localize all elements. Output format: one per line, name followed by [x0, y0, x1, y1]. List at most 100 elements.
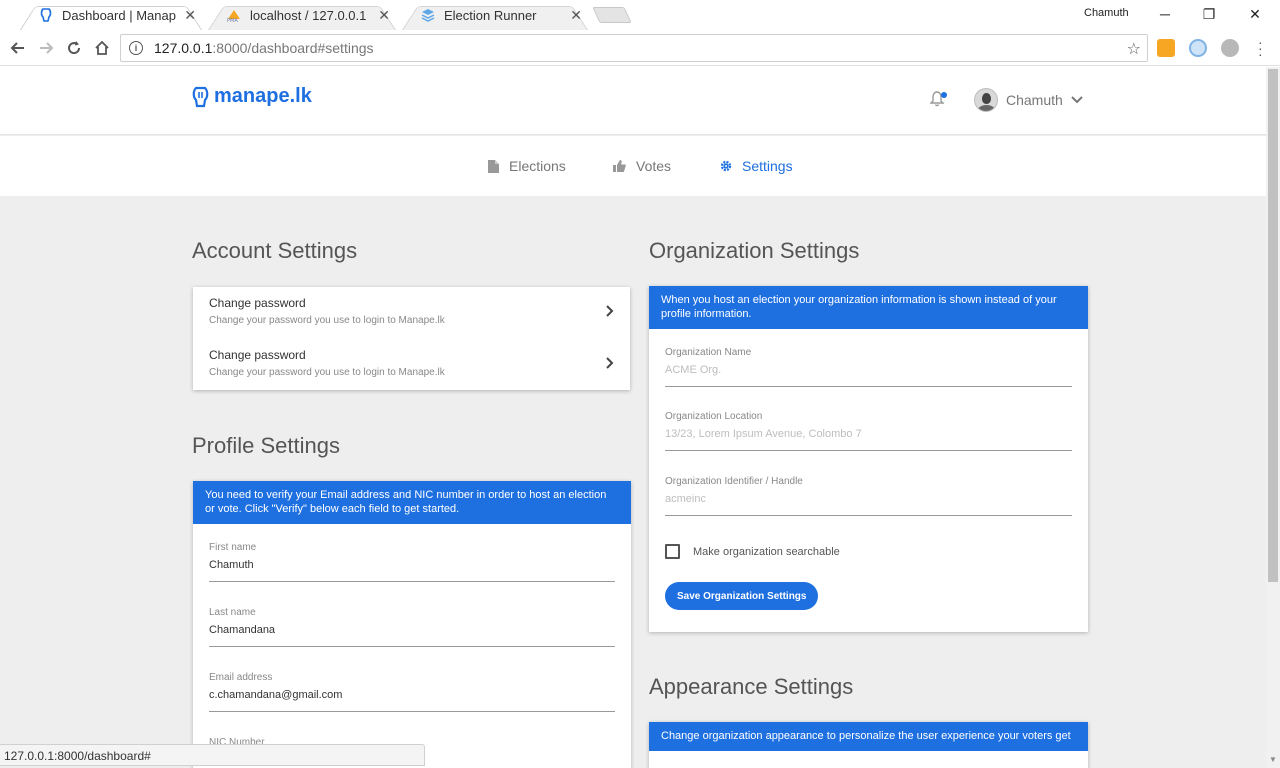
first-name-label: First name	[209, 542, 257, 553]
document-icon	[488, 159, 499, 173]
account-settings-title: Account Settings	[192, 238, 358, 263]
thumbs-up-icon	[613, 160, 626, 172]
tab-votes[interactable]: Votes	[613, 158, 671, 174]
save-organization-settings-button[interactable]: Save Organization Settings	[665, 582, 819, 610]
organization-settings-card: When you host an election your organizat…	[649, 286, 1088, 632]
organization-handle-field: Organization Identifier / Handle	[649, 476, 1088, 516]
searchable-checkbox[interactable]	[665, 544, 680, 559]
browser-tab-dashboard[interactable]: Dashboard | Manape.lk ✕	[14, 0, 208, 30]
profile-settings-title: Profile Settings	[192, 433, 340, 458]
extension-icon-3[interactable]	[1221, 39, 1239, 57]
appearance-settings-card: Change organization appearance to person…	[649, 722, 1088, 768]
extension-icon-1[interactable]	[1157, 39, 1175, 57]
browser-tab-phpmyadmin[interactable]: PMA localhost / 127.0.0.1 / ma ✕	[202, 0, 402, 30]
tab-elections-label: Elections	[509, 158, 566, 174]
chevron-right-icon	[606, 356, 614, 374]
manape-favicon-icon	[38, 7, 54, 23]
new-tab-button[interactable]	[592, 7, 632, 23]
hand-logo-icon	[192, 86, 209, 107]
browser-profile-name[interactable]: Chamuth	[1084, 7, 1129, 19]
restore-icon[interactable]: ❐	[1194, 4, 1224, 24]
page-scrollbar[interactable]: ▼	[1266, 67, 1280, 768]
organization-settings-title: Organization Settings	[649, 238, 860, 263]
tab-elections[interactable]: Elections	[488, 158, 566, 174]
close-tab-icon[interactable]: ✕	[184, 7, 196, 24]
page-viewport: manape.lk Chamuth Elections Votes Settin…	[0, 67, 1266, 768]
account-settings-card: Change password Change your password you…	[193, 287, 630, 390]
chevron-right-icon	[606, 304, 614, 322]
browser-tab-election-runner[interactable]: Election Runner ✕	[396, 0, 594, 30]
scrollbar-thumb[interactable]	[1268, 69, 1278, 582]
tab-title: localhost / 127.0.0.1 / ma	[250, 7, 370, 23]
address-bar[interactable]: i 127.0.0.1:8000/dashboard#settings ☆	[120, 34, 1148, 62]
setting-row-title: Change password	[209, 348, 306, 362]
organization-name-input[interactable]	[665, 358, 1072, 387]
organization-location-label: Organization Location	[665, 411, 763, 422]
scroll-down-arrow-icon[interactable]: ▼	[1269, 755, 1277, 764]
extension-icon-2[interactable]	[1189, 39, 1207, 57]
main-nav-tabs: Elections Votes Settings	[0, 136, 1266, 196]
election-runner-favicon-icon	[420, 7, 436, 23]
tab-settings-label: Settings	[742, 158, 793, 174]
user-name: Chamuth	[1006, 92, 1063, 108]
organization-info-banner: When you host an election your organizat…	[649, 286, 1088, 329]
browser-tab-strip: Dashboard | Manape.lk ✕ PMA localhost / …	[0, 0, 1280, 30]
setting-row-title: Change password	[209, 296, 306, 310]
browser-toolbar: i 127.0.0.1:8000/dashboard#settings ☆ · ·…	[0, 30, 1280, 66]
close-tab-icon[interactable]: ✕	[378, 7, 390, 24]
address-url[interactable]: 127.0.0.1:8000/dashboard#settings	[154, 40, 374, 56]
organization-location-input[interactable]	[665, 422, 1072, 451]
first-name-input[interactable]	[209, 553, 615, 582]
profile-settings-card: You need to verify your Email address an…	[193, 481, 631, 768]
close-tab-icon[interactable]: ✕	[570, 7, 582, 24]
first-name-field: First name	[193, 542, 631, 582]
last-name-input[interactable]	[209, 618, 615, 647]
email-label: Email address	[209, 672, 273, 683]
close-window-icon[interactable]: ✕	[1240, 4, 1270, 24]
appearance-settings-title: Appearance Settings	[649, 674, 854, 699]
notification-dot	[941, 92, 947, 98]
email-input[interactable]	[209, 683, 615, 712]
organization-handle-input[interactable]	[665, 487, 1072, 516]
tab-title: Election Runner	[444, 7, 537, 23]
status-bar-url: 127.0.0.1:8000/dashboard#	[0, 744, 425, 766]
user-menu[interactable]: Chamuth	[974, 88, 1083, 112]
organization-name-label: Organization Name	[665, 347, 752, 358]
site-info-icon[interactable]: i	[129, 41, 143, 55]
account-setting-row[interactable]: Change password Change your password you…	[193, 339, 630, 391]
svg-text:PMA: PMA	[227, 18, 238, 22]
organization-name-field: Organization Name	[649, 347, 1088, 387]
back-arrow-icon[interactable]	[6, 36, 30, 60]
profile-info-banner: You need to verify your Email address an…	[193, 481, 631, 524]
searchable-checkbox-row[interactable]: Make organization searchable	[665, 544, 840, 559]
setting-row-subtitle: Change your password you use to login to…	[209, 315, 445, 326]
logo[interactable]: manape.lk	[192, 85, 312, 108]
logo-text: manape.lk	[214, 85, 312, 107]
tab-title: Dashboard | Manape.lk	[62, 7, 176, 23]
url-path: :8000/dashboard#settings	[212, 40, 374, 56]
url-host: 127.0.0.1	[154, 40, 213, 56]
setting-row-subtitle: Change your password you use to login to…	[209, 367, 445, 378]
email-field: Email address	[193, 672, 631, 712]
minimize-icon[interactable]: ─	[1150, 4, 1180, 24]
reload-icon[interactable]	[62, 36, 86, 60]
organization-handle-label: Organization Identifier / Handle	[665, 476, 803, 487]
last-name-label: Last name	[209, 607, 256, 618]
app-header: manape.lk Chamuth	[0, 67, 1266, 135]
avatar	[974, 88, 998, 112]
bookmark-star-icon[interactable]: ☆	[1127, 39, 1141, 59]
account-setting-row[interactable]: Change password Change your password you…	[193, 287, 630, 339]
gear-icon	[720, 160, 732, 172]
notification-bell[interactable]	[929, 91, 947, 112]
home-icon[interactable]	[90, 36, 114, 60]
tab-settings[interactable]: Settings	[720, 158, 793, 174]
tab-votes-label: Votes	[636, 158, 672, 174]
chevron-down-icon	[1071, 96, 1083, 104]
searchable-label: Make organization searchable	[693, 545, 840, 558]
browser-menu-icon[interactable]: · · ·	[1258, 35, 1263, 61]
phpmyadmin-favicon-icon: PMA	[226, 7, 242, 23]
last-name-field: Last name	[193, 607, 631, 647]
organization-location-field: Organization Location	[649, 411, 1088, 451]
forward-arrow-icon[interactable]	[34, 36, 58, 60]
appearance-info-banner: Change organization appearance to person…	[649, 722, 1088, 751]
